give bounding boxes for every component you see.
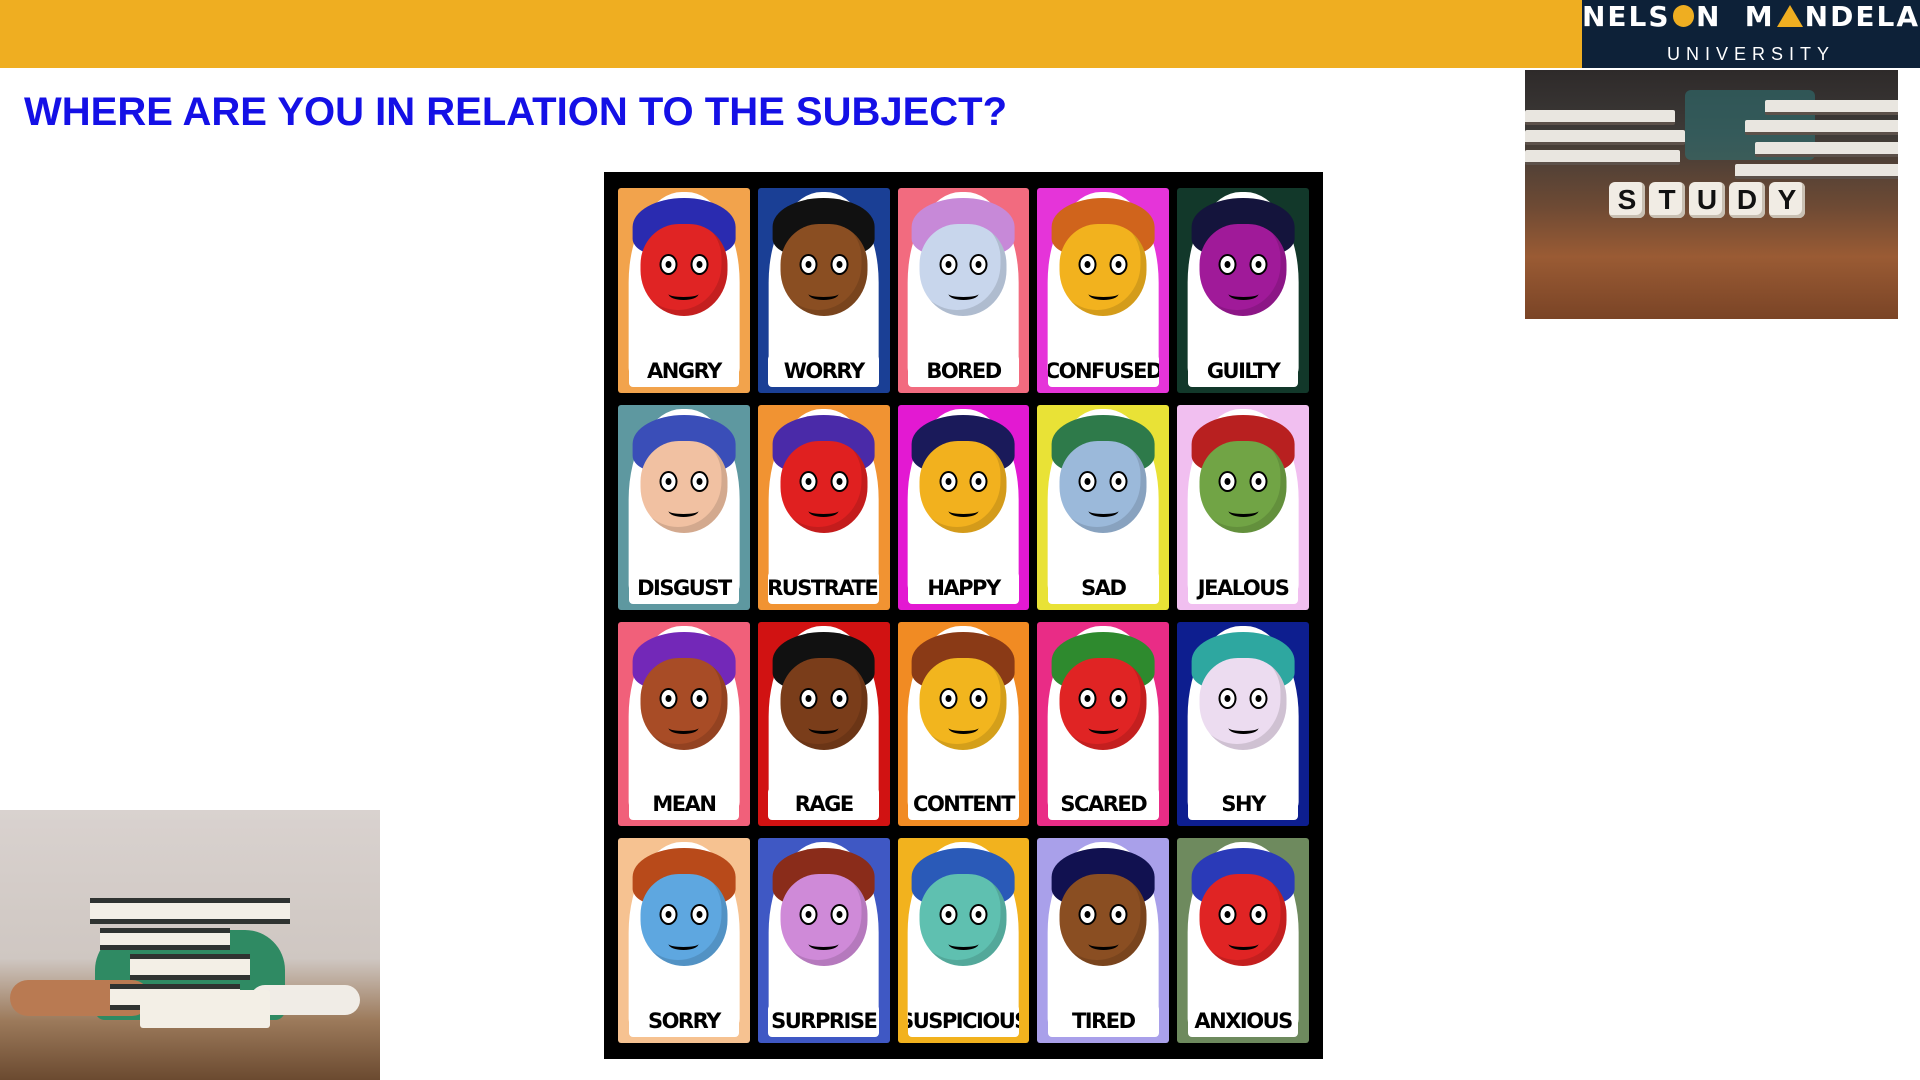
logo-subtitle: UNIVERSITY [1666, 44, 1836, 64]
emotions-chart: ANGRY WORRY BORED CONFUSED GUILTY DISGUST FRUS… [604, 172, 1323, 1059]
logo-wordmark: NELS N M NDELA [1582, 0, 1920, 33]
cartoon-face-icon [1199, 224, 1287, 316]
logo-sun-dot-icon [1672, 5, 1694, 27]
emotion-card: MEAN [618, 621, 750, 827]
emotion-card: CONTENT [897, 621, 1030, 827]
emotion-label: SAD [1047, 571, 1159, 604]
emotion-card: DISGUST [618, 404, 750, 610]
cartoon-face-icon [640, 874, 728, 967]
emotion-card: ANXIOUS [1177, 838, 1309, 1043]
emotion-card: SHY [1177, 621, 1309, 827]
letter-cube: U [1689, 182, 1725, 218]
cartoon-face-icon [1199, 440, 1287, 533]
cartoon-face-icon [1059, 874, 1147, 967]
emotion-label: FRUSTRATED [768, 571, 880, 604]
emotion-card: HAPPY [897, 404, 1030, 610]
student-behind-books-photo [0, 810, 380, 1080]
emotion-label: CONFUSED [1047, 354, 1159, 387]
emotion-card: CONFUSED [1037, 188, 1170, 393]
header-bar [0, 0, 1582, 68]
cartoon-face-icon [919, 224, 1007, 316]
logo-triangle-icon [1776, 5, 1803, 27]
emotion-card: JEALOUS [1177, 404, 1309, 610]
logo-word-mandela-end: NDELA [1804, 0, 1920, 33]
emotion-label: JEALOUS [1187, 571, 1299, 604]
cartoon-face-icon [780, 224, 868, 316]
logo-word-nelson-end: N [1696, 0, 1722, 33]
cartoon-face-icon [1199, 874, 1287, 967]
letter-cube: S [1609, 182, 1645, 218]
cartoon-face-icon [780, 874, 868, 967]
emotion-label: CONTENT [908, 788, 1019, 821]
cartoon-face-icon [780, 440, 868, 533]
cartoon-face-icon [919, 657, 1007, 750]
emotion-label: MEAN [628, 788, 740, 821]
slide-title: WHERE ARE YOU IN RELATION TO THE SUBJECT… [24, 90, 1008, 134]
emotion-card: BORED [897, 188, 1030, 393]
letter-cube: D [1729, 182, 1765, 218]
cartoon-face-icon [640, 224, 728, 316]
emotion-label: DISGUST [628, 571, 740, 604]
emotion-label: SURPRISE [768, 1005, 880, 1037]
emotion-card: SUSPICIOUS [897, 838, 1030, 1043]
cartoon-face-icon [919, 874, 1007, 967]
nelson-mandela-university-logo: NELS N M NDELA UNIVERSITY [1582, 0, 1920, 68]
emotion-card: SAD [1037, 404, 1170, 610]
emotion-label: TIRED [1047, 1005, 1159, 1037]
cartoon-face-icon [1199, 657, 1287, 750]
emotion-label: ANXIOUS [1187, 1005, 1299, 1037]
emotion-label: GUILTY [1187, 354, 1299, 387]
emotion-card: ANGRY [618, 188, 750, 393]
logo-word-nelson-start: NELS [1582, 0, 1671, 33]
cartoon-face-icon [640, 440, 728, 533]
emotion-card: GUILTY [1177, 188, 1309, 393]
logo-word-mandela-start: M [1744, 0, 1775, 33]
cartoon-face-icon [1059, 224, 1147, 316]
emotion-label: WORRY [768, 354, 880, 387]
letter-cube: Y [1769, 182, 1805, 218]
emotion-label: SORRY [628, 1005, 740, 1037]
emotion-label: BORED [908, 354, 1019, 387]
letter-cube: T [1649, 182, 1685, 218]
emotion-label: SHY [1187, 788, 1299, 821]
emotion-label: HAPPY [908, 571, 1019, 604]
emotion-label: SCARED [1047, 788, 1159, 821]
cartoon-face-icon [780, 657, 868, 750]
emotion-card: SORRY [618, 838, 750, 1043]
cartoon-face-icon [640, 657, 728, 750]
cartoon-face-icon [1059, 657, 1147, 750]
emotion-card: TIRED [1037, 838, 1170, 1043]
emotion-label: SUSPICIOUS [908, 1005, 1019, 1037]
emotion-card: RAGE [757, 621, 890, 827]
emotion-card: WORRY [757, 188, 890, 393]
emotion-label: RAGE [768, 788, 880, 821]
emotion-card: SURPRISE [757, 838, 890, 1043]
cartoon-face-icon [919, 440, 1007, 533]
emotion-label: ANGRY [628, 354, 740, 387]
study-letter-cubes: S T U D Y [1609, 182, 1809, 218]
emotion-card: SCARED [1037, 621, 1170, 827]
emotion-card: FRUSTRATED [757, 404, 890, 610]
cartoon-face-icon [1059, 440, 1147, 533]
study-blocks-image: S T U D Y [1525, 70, 1898, 319]
